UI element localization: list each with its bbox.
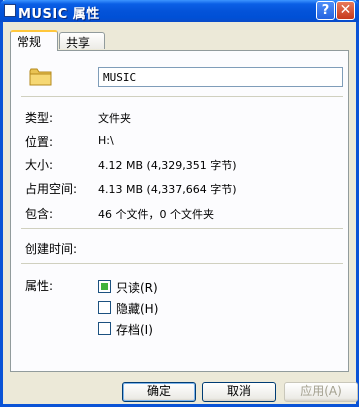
apply-button[interactable]: 应用(A) bbox=[284, 382, 358, 402]
archive-checkbox[interactable]: 存档(I) bbox=[98, 321, 153, 337]
help-button[interactable]: ? bbox=[316, 1, 335, 20]
location-label: 位置: bbox=[25, 135, 54, 149]
window-title: MUSIC 属性 bbox=[18, 7, 100, 22]
general-tab-panel: MUSIC 类型: 文件夹 位置: H:\ 大小: 4.12 MB (4,329… bbox=[10, 50, 349, 372]
folder-icon bbox=[29, 68, 52, 86]
checkbox-icon[interactable] bbox=[98, 301, 111, 314]
type-value: 文件夹 bbox=[98, 112, 131, 125]
folder-name-input[interactable]: MUSIC bbox=[98, 67, 343, 87]
cancel-button[interactable]: 取消 bbox=[202, 382, 276, 402]
disk-size-label: 占用空间: bbox=[25, 182, 78, 196]
type-label: 类型: bbox=[25, 111, 54, 125]
disk-size-value: 4.13 MB (4,337,664 字节) bbox=[98, 183, 237, 196]
attributes-label: 属性: bbox=[25, 279, 54, 293]
location-value: H:\ bbox=[98, 134, 114, 147]
tab-general[interactable]: 常规 bbox=[10, 30, 58, 51]
divider bbox=[21, 96, 343, 97]
size-label: 大小: bbox=[25, 158, 54, 172]
divider bbox=[21, 228, 343, 229]
archive-label: 存档(I) bbox=[116, 323, 153, 337]
hidden-label: 隐藏(H) bbox=[116, 302, 159, 316]
tab-sharing[interactable]: 共享 bbox=[59, 32, 105, 50]
hidden-checkbox[interactable]: 隐藏(H) bbox=[98, 300, 159, 316]
checkbox-icon[interactable] bbox=[98, 322, 111, 335]
ok-button[interactable]: 确定 bbox=[122, 382, 196, 402]
checkbox-checked-icon[interactable] bbox=[98, 280, 111, 293]
contains-value: 46 个文件，0 个文件夹 bbox=[98, 208, 214, 221]
properties-dialog: MUSIC 属性 ? ✕ 常规 共享 MUSIC 类型: 文件夹 位置: H:\… bbox=[0, 0, 359, 407]
divider bbox=[21, 263, 343, 264]
close-button[interactable]: ✕ bbox=[336, 1, 355, 20]
title-bar[interactable]: MUSIC 属性 ? ✕ bbox=[0, 0, 359, 22]
contains-label: 包含: bbox=[25, 207, 54, 221]
created-label: 创建时间: bbox=[25, 242, 78, 256]
folder-window-icon bbox=[4, 4, 16, 17]
readonly-label: 只读(R) bbox=[116, 281, 158, 295]
readonly-checkbox[interactable]: 只读(R) bbox=[98, 279, 158, 295]
size-value: 4.12 MB (4,329,351 字节) bbox=[98, 159, 237, 172]
